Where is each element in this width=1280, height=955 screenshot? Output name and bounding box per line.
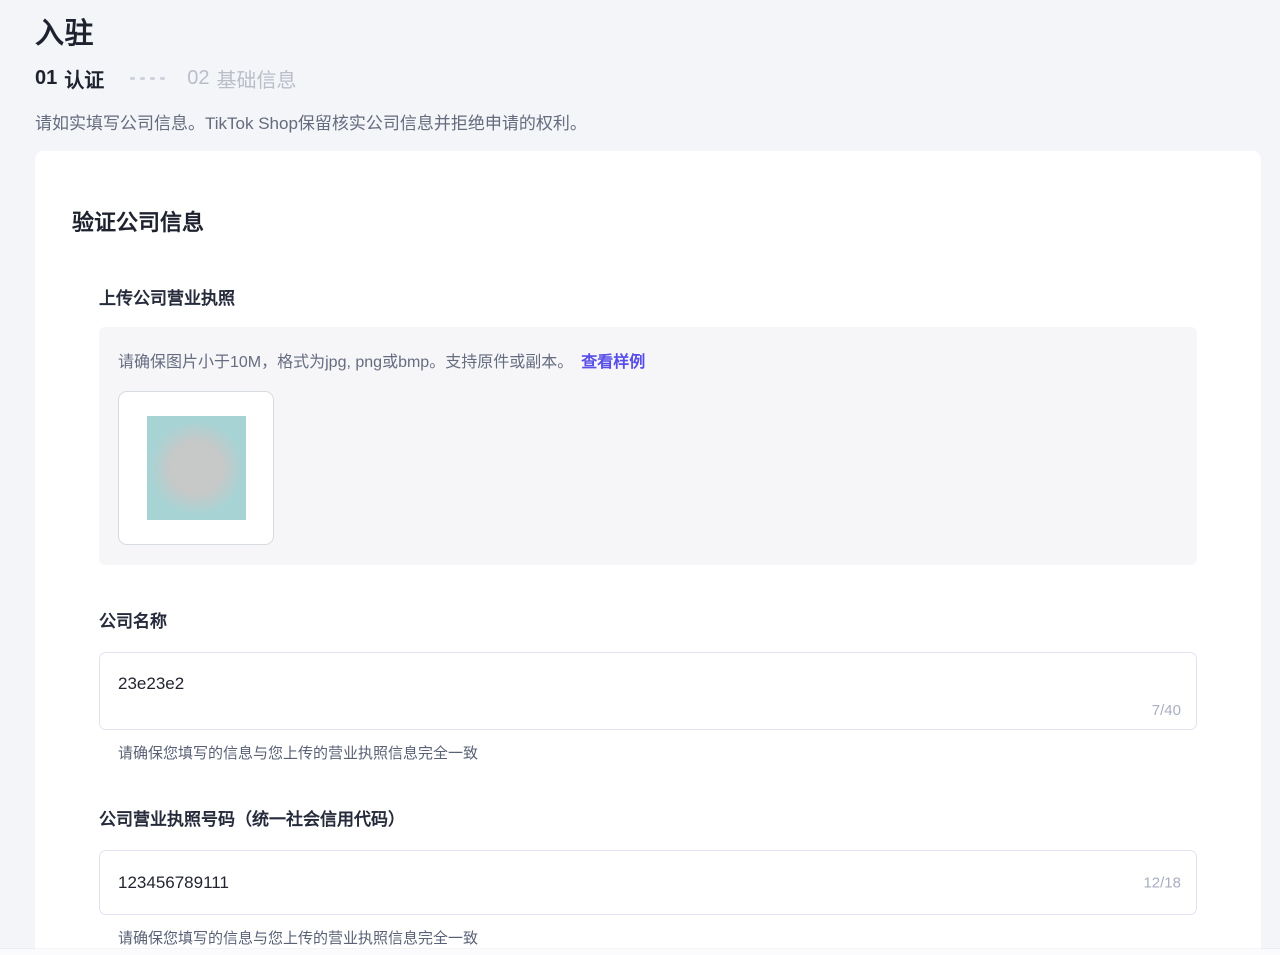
- license-image-preview: [147, 416, 246, 520]
- license-number-field-block: 公司营业执照号码（统一社会信用代码） 12/18 请确保您填写的信息与您上传的营…: [99, 805, 1197, 948]
- company-name-label: 公司名称: [99, 607, 1197, 632]
- license-number-input[interactable]: [99, 850, 1197, 915]
- company-name-input-wrap: 23e23e2 7/40: [99, 652, 1197, 730]
- uploaded-license-thumbnail[interactable]: [118, 391, 274, 545]
- bottom-bar-edge: [0, 949, 1280, 955]
- company-verification-card: 验证公司信息 上传公司营业执照 请确保图片小于10M，格式为jpg, png或b…: [35, 151, 1261, 949]
- form-body: 上传公司营业执照 请确保图片小于10M，格式为jpg, png或bmp。支持原件…: [99, 284, 1197, 948]
- page-description: 请如实填写公司信息。TikTok Shop保留核实公司信息并拒绝申请的权利。: [35, 109, 1261, 134]
- page-title: 入驻: [35, 10, 1261, 52]
- upload-license-label: 上传公司营业执照: [99, 284, 1197, 309]
- license-number-helper: 请确保您填写的信息与您上传的营业执照信息完全一致: [118, 927, 1197, 948]
- upload-hint-row: 请确保图片小于10M，格式为jpg, png或bmp。支持原件或副本。 查看样例: [118, 348, 1179, 372]
- step-1-label: 认证: [64, 64, 104, 93]
- license-number-input-wrap: 12/18: [99, 850, 1197, 915]
- onboarding-page: 入驻 01 认证 02 基础信息 请如实填写公司信息。TikTok Shop保留…: [0, 0, 1280, 955]
- step-2-basic-info[interactable]: 02 基础信息: [187, 64, 296, 93]
- step-1-authentication[interactable]: 01 认证: [35, 64, 104, 93]
- company-name-input[interactable]: 23e23e2: [99, 652, 1197, 730]
- step-separator-dots: [130, 77, 165, 80]
- upload-panel: 请确保图片小于10M，格式为jpg, png或bmp。支持原件或副本。 查看样例: [99, 327, 1197, 565]
- company-name-field-block: 公司名称 23e23e2 7/40 请确保您填写的信息与您上传的营业执照信息完全…: [99, 607, 1197, 763]
- step-indicator: 01 认证 02 基础信息: [35, 64, 1261, 93]
- upload-hint-text: 请确保图片小于10M，格式为jpg, png或bmp。支持原件或副本。: [118, 348, 573, 372]
- page-header: 入驻 01 认证 02 基础信息 请如实填写公司信息。TikTok Shop保留…: [0, 0, 1280, 134]
- card-heading: 验证公司信息: [72, 205, 1261, 237]
- step-2-number: 02: [187, 67, 209, 90]
- view-sample-link[interactable]: 查看样例: [581, 348, 645, 372]
- company-name-helper: 请确保您填写的信息与您上传的营业执照信息完全一致: [118, 742, 1197, 763]
- step-2-label: 基础信息: [217, 64, 297, 93]
- license-number-label: 公司营业执照号码（统一社会信用代码）: [99, 805, 1197, 830]
- step-1-number: 01: [35, 67, 57, 90]
